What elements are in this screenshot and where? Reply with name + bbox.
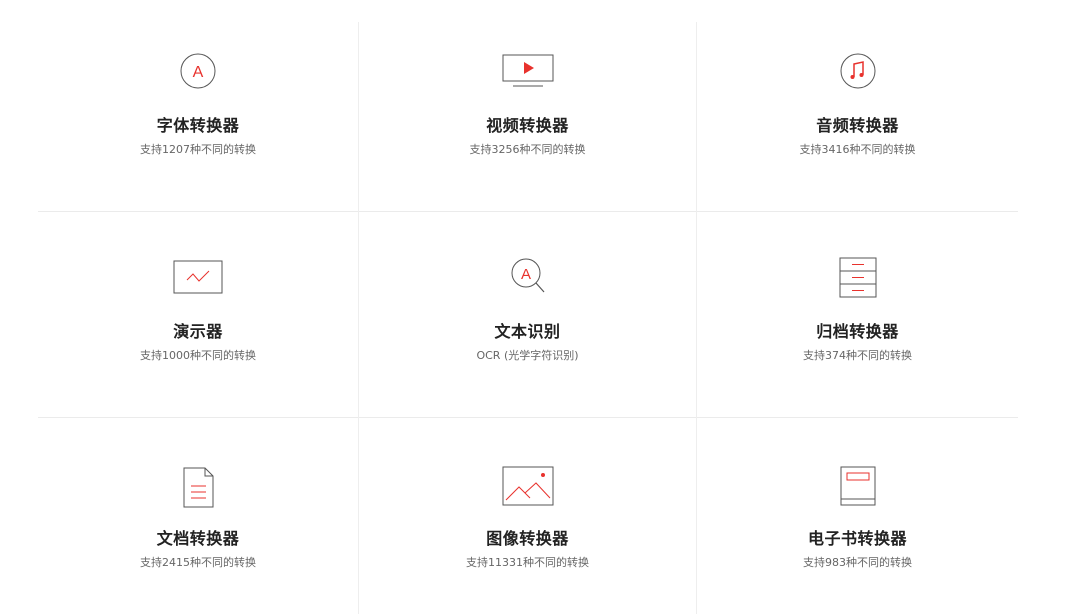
- music-note-icon: [828, 49, 888, 93]
- card-subtitle: 支持2415种不同的转换: [140, 556, 256, 569]
- video-converter-card[interactable]: 视频转换器 支持3256种不同的转换: [359, 0, 696, 211]
- video-play-icon: [498, 49, 558, 93]
- document-icon: [168, 465, 228, 509]
- card-subtitle: 支持3416种不同的转换: [799, 143, 916, 156]
- ocr-magnifier-icon: A: [498, 255, 558, 299]
- ebook-converter-card[interactable]: 电子书转换器 支持983种不同的转换: [697, 417, 1018, 614]
- card-subtitle: 支持1000种不同的转换: [140, 349, 256, 362]
- svg-text:A: A: [520, 266, 530, 283]
- card-title: 音频转换器: [816, 116, 899, 135]
- card-title: 电子书转换器: [807, 529, 907, 548]
- ocr-card[interactable]: A 文本识别 OCR (光学字符识别): [359, 211, 696, 417]
- presentation-converter-card[interactable]: 演示器 支持1000种不同的转换: [38, 211, 358, 417]
- card-subtitle: 支持3256种不同的转换: [469, 143, 586, 156]
- card-title: 图像转换器: [486, 529, 569, 548]
- image-converter-card[interactable]: 图像转换器 支持11331种不同的转换: [359, 417, 696, 614]
- presentation-icon: [168, 255, 228, 299]
- card-title: 视频转换器: [486, 116, 569, 135]
- ebook-icon: [828, 465, 888, 509]
- archive-converter-card[interactable]: 归档转换器 支持374种不同的转换: [697, 211, 1018, 417]
- converter-row: 文档转换器 支持2415种不同的转换 图像转换器 支持11331种不同的转换 电…: [38, 417, 1018, 614]
- font-converter-card[interactable]: A 字体转换器 支持1207种不同的转换: [38, 0, 358, 211]
- document-converter-card[interactable]: 文档转换器 支持2415种不同的转换: [38, 417, 358, 614]
- converter-row: A 字体转换器 支持1207种不同的转换 视频转换器 支持3256种不同的转换: [38, 0, 1018, 211]
- archive-icon: [828, 255, 888, 299]
- image-icon: [498, 465, 558, 509]
- card-title: 文本识别: [494, 322, 561, 341]
- card-subtitle: 支持11331种不同的转换: [466, 556, 589, 569]
- card-subtitle: 支持374种不同的转换: [803, 349, 912, 362]
- card-subtitle: 支持1207种不同的转换: [140, 143, 256, 156]
- svg-text:A: A: [193, 64, 204, 81]
- card-title: 字体转换器: [156, 116, 240, 135]
- font-a-circle-icon: A: [168, 49, 228, 93]
- audio-converter-card[interactable]: 音频转换器 支持3416种不同的转换: [697, 0, 1018, 211]
- card-title: 演示器: [173, 322, 223, 341]
- card-subtitle: OCR (光学字符识别): [476, 349, 579, 362]
- card-title: 归档转换器: [816, 322, 899, 341]
- card-title: 文档转换器: [156, 529, 240, 548]
- converter-grid: A 字体转换器 支持1207种不同的转换 视频转换器 支持3256种不同的转换: [38, 0, 1018, 614]
- card-subtitle: 支持983种不同的转换: [803, 556, 912, 569]
- converter-row: 演示器 支持1000种不同的转换 A 文本识别 OCR (光学字符识别) 归档转…: [38, 211, 1018, 417]
